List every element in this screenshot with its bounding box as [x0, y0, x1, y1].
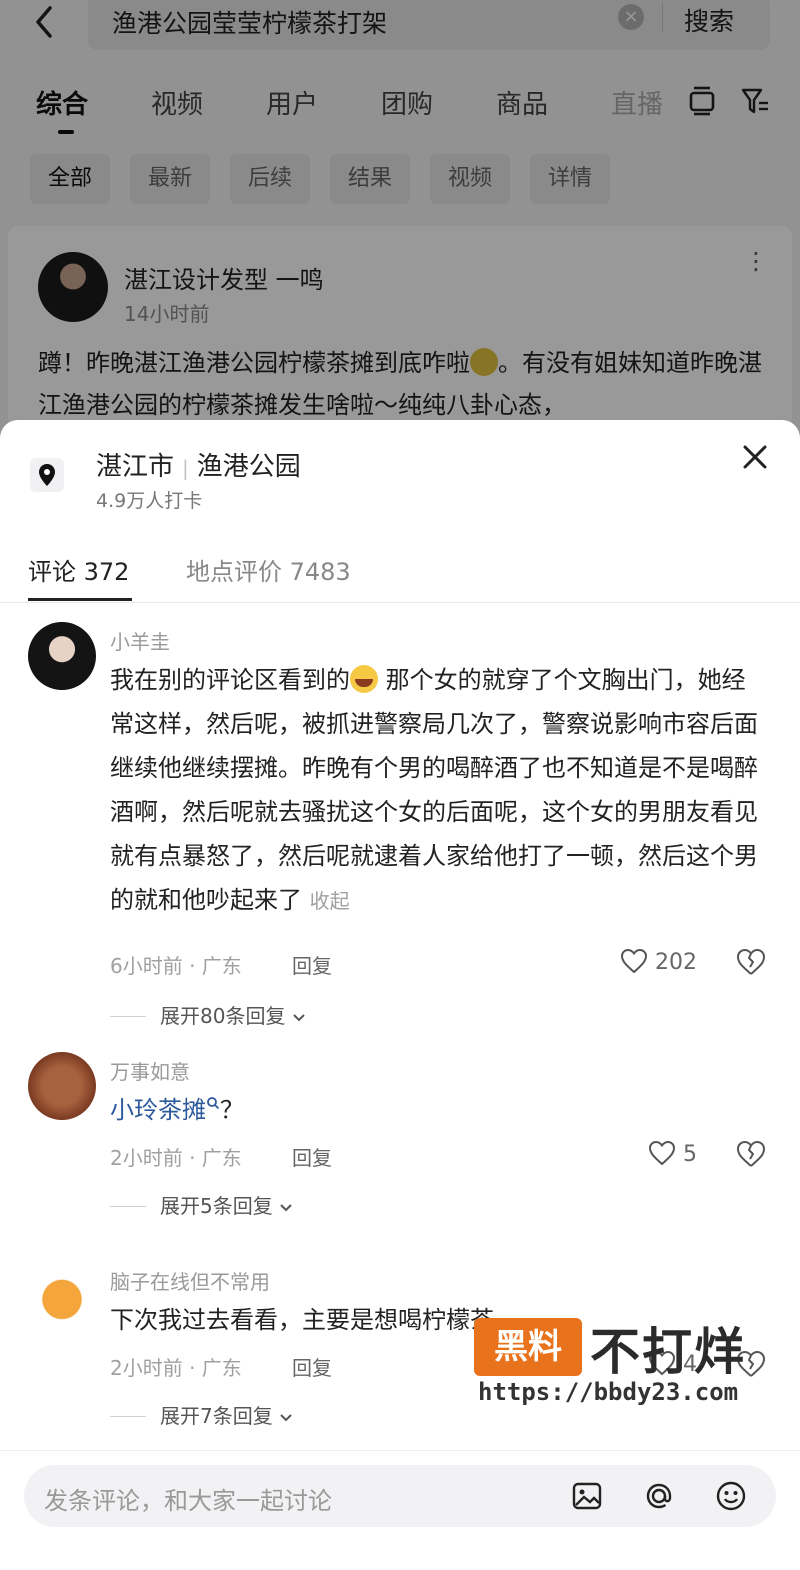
expand-replies-label: 展开5条回复 — [160, 1194, 273, 1218]
expand-replies-label: 展开80条回复 — [160, 1004, 286, 1028]
overlay-scrim[interactable] — [0, 0, 800, 440]
divider — [0, 602, 800, 603]
comment-text-part-a: 我在别的评论区看到的 — [110, 666, 350, 694]
search-icon — [207, 1097, 220, 1110]
like-count: 202 — [655, 950, 697, 975]
search-results-page: 渔港公园莹莹柠檬茶打架 × 搜索 综合 视频 用户 团购 商品 直播 全部 最新… — [0, 0, 800, 466]
watermark-text: 不打烊 — [590, 1323, 746, 1381]
comment-input[interactable]: 发条评论，和大家一起讨论 — [24, 1465, 776, 1527]
expand-line — [110, 1016, 146, 1017]
close-icon[interactable] — [740, 442, 770, 472]
reply-button[interactable]: 回复 — [292, 1142, 332, 1171]
watermark-badge: 黑料 — [474, 1318, 582, 1376]
reply-button[interactable]: 回复 — [292, 950, 332, 979]
expand-replies[interactable]: 展开7条回复 — [110, 1400, 293, 1429]
collapse-link[interactable]: 收起 — [310, 889, 350, 913]
image-icon[interactable] — [570, 1479, 604, 1513]
tab-comments[interactable]: 评论 372 — [28, 552, 129, 587]
comment-text: 我在别的评论区看到的 那个女的就穿了个文胸出门，她经常这样，然后呢，被抓进警察局… — [110, 658, 760, 923]
comment-input-bar: 发条评论，和大家一起讨论 — [0, 1450, 800, 1570]
like-count: 5 — [683, 1142, 697, 1167]
avatar[interactable] — [28, 1262, 96, 1330]
comment-meta: 2小时前 · 广东 — [110, 1146, 242, 1170]
broken-heart-icon[interactable] — [736, 948, 766, 976]
comment-username[interactable]: 万事如意 — [110, 1056, 190, 1085]
expand-line — [110, 1416, 146, 1417]
sheet-tab-indicator — [28, 598, 132, 601]
location-checkins: 4.9万人打卡 — [96, 490, 203, 512]
reply-button[interactable]: 回复 — [292, 1352, 332, 1381]
like-button[interactable]: 202 — [620, 948, 697, 975]
comment-meta: 6小时前 · 广东 — [110, 954, 242, 978]
location-city: 湛江市 — [96, 452, 175, 482]
expand-replies[interactable]: 展开80条回复 — [110, 1000, 306, 1029]
location-pin-icon — [30, 458, 64, 492]
comment-text-part-b: 那个女的就穿了个文胸出门，她经常这样，然后呢，被抓进警察局几次了，警察说影响市容… — [110, 666, 758, 914]
chevron-down-icon — [280, 1204, 292, 1212]
at-icon[interactable] — [642, 1479, 676, 1513]
avatar[interactable] — [28, 1052, 96, 1120]
like-button[interactable]: 5 — [648, 1140, 697, 1167]
watermark-url: https://bbdy23.com — [478, 1378, 739, 1406]
comment-text: 小玲茶摊 ？ — [110, 1088, 760, 1132]
location-title[interactable]: 湛江市 | 渔港公园 — [96, 446, 301, 483]
comment-username[interactable]: 脑子在线但不常用 — [110, 1266, 270, 1295]
comment-meta: 2小时前 · 广东 — [110, 1356, 242, 1380]
mention-link[interactable]: 小玲茶摊 — [110, 1096, 206, 1124]
watermark: 黑料 不打烊 https://bbdy23.com — [474, 1312, 774, 1412]
comment-text-tail: ？ — [220, 1096, 244, 1124]
expand-replies[interactable]: 展开5条回复 — [110, 1190, 293, 1219]
chevron-down-icon — [280, 1414, 292, 1422]
comment-username[interactable]: 小羊圭 — [110, 626, 170, 655]
location-place: 渔港公园 — [196, 452, 301, 482]
location-separator: | — [182, 456, 189, 480]
heart-icon — [620, 948, 648, 974]
heart-icon — [648, 1140, 676, 1166]
broken-heart-icon[interactable] — [736, 1140, 766, 1168]
chevron-down-icon — [293, 1014, 305, 1022]
emoji-icon[interactable] — [714, 1479, 748, 1513]
expand-line — [110, 1206, 146, 1207]
avatar[interactable] — [28, 622, 96, 690]
expand-replies-label: 展开7条回复 — [160, 1404, 273, 1428]
laughing-emoji-icon — [350, 665, 378, 693]
tab-place-reviews[interactable]: 地点评价 7483 — [186, 552, 351, 587]
comment-input-placeholder: 发条评论，和大家一起讨论 — [44, 1487, 332, 1515]
